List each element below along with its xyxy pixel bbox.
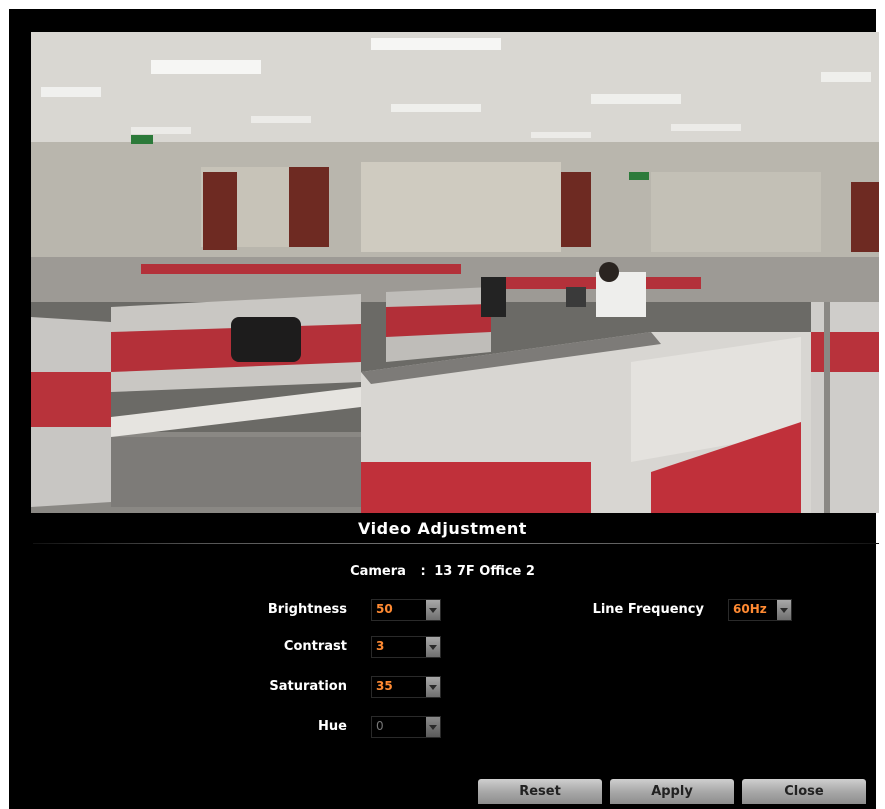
hue-value: 0 (376, 719, 384, 733)
saturation-label: Saturation (269, 679, 347, 694)
dropdown-arrow-icon[interactable] (426, 637, 440, 657)
brightness-select[interactable]: 50 (371, 599, 441, 621)
saturation-value: 35 (376, 679, 393, 693)
close-button[interactable]: Close (742, 779, 866, 804)
hue-label: Hue (318, 719, 347, 734)
title-divider (33, 543, 879, 544)
video-adjustment-dialog: Video Adjustment Camera : 13 7F Office 2… (9, 9, 879, 809)
reset-button[interactable]: Reset (478, 779, 602, 804)
saturation-select[interactable]: 35 (371, 676, 441, 698)
dropdown-arrow-icon (426, 717, 440, 737)
camera-name: 13 7F Office 2 (434, 564, 535, 579)
contrast-label: Contrast (283, 639, 347, 654)
brightness-value: 50 (376, 602, 393, 616)
camera-video-feed (31, 32, 879, 513)
dropdown-arrow-icon[interactable] (426, 600, 440, 620)
contrast-select[interactable]: 3 (371, 636, 441, 658)
dialog-title: Video Adjustment (358, 519, 527, 538)
line-frequency-label: Line Frequency (592, 602, 704, 617)
dropdown-arrow-icon[interactable] (777, 600, 791, 620)
camera-info: Camera : 13 7F Office 2 (9, 564, 876, 579)
brightness-label: Brightness (267, 602, 347, 617)
camera-feed-image (31, 32, 879, 513)
dropdown-arrow-icon[interactable] (426, 677, 440, 697)
apply-button[interactable]: Apply (610, 779, 734, 804)
hue-select: 0 (371, 716, 441, 738)
line-frequency-select[interactable]: 60Hz (728, 599, 792, 621)
contrast-value: 3 (376, 639, 385, 653)
line-frequency-value: 60Hz (733, 602, 767, 616)
camera-label: Camera (350, 564, 406, 579)
camera-separator: : (420, 564, 426, 579)
